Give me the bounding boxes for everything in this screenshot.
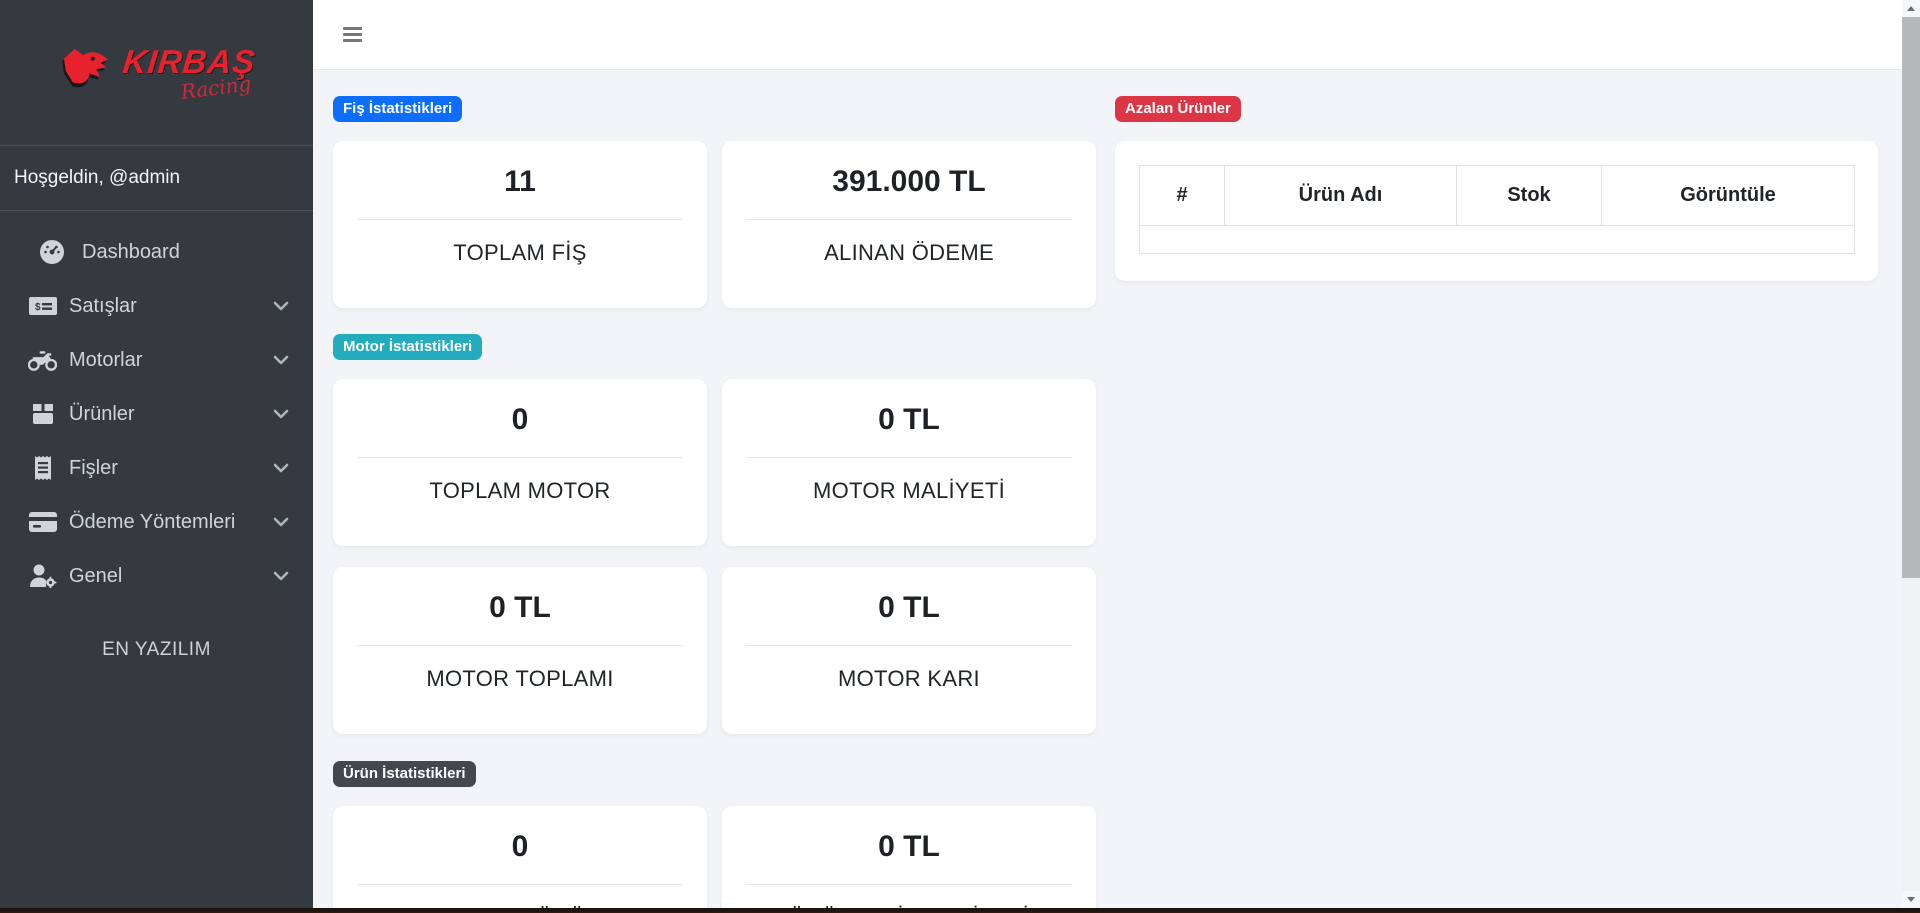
- sidebar-item-label: Motorlar: [69, 349, 273, 372]
- chevron-down-icon: [273, 301, 289, 311]
- chevron-down-icon: [273, 409, 289, 419]
- stat-card-toplam-motor: 0 TOPLAM MOTOR: [333, 379, 707, 546]
- col-header-index: #: [1140, 166, 1225, 226]
- scrollbar-thumb[interactable]: [1902, 17, 1920, 578]
- svg-text:$: $: [35, 302, 41, 313]
- badge-motor-istatistikleri: Motor İstatistikleri: [333, 334, 482, 360]
- stat-card-motor-kari: 0 TL MOTOR KARI: [722, 567, 1096, 734]
- sidebar-item-dashboard[interactable]: Dashboard: [0, 225, 313, 279]
- low-stock-table: # Ürün Adı Stok Görüntüle: [1139, 165, 1855, 254]
- stat-card-urunlerin-maliyeti: 0 TL ÜRÜNLERİN MALİYETİ: [722, 806, 1096, 913]
- topbar: [313, 0, 1902, 70]
- sidebar-nav: Dashboard $ Satışlar Motorlar: [0, 211, 313, 603]
- sidebar-item-label: Ürünler: [69, 403, 273, 426]
- stats-column: Fiş İstatistikleri 11 TOPLAM FİŞ 391.000…: [333, 96, 1097, 913]
- stat-card-alinan-odeme: 391.000 TL ALINAN ÖDEME: [722, 141, 1096, 308]
- divider: [746, 219, 1072, 220]
- badge-azalan-urunler: Azalan Ürünler: [1115, 96, 1241, 122]
- stat-value: 0: [333, 830, 707, 864]
- content: Fiş İstatistikleri 11 TOPLAM FİŞ 391.000…: [313, 70, 1902, 913]
- credit-card-icon: [28, 509, 57, 535]
- divider: [746, 457, 1072, 458]
- divider: [746, 884, 1072, 885]
- stat-value: 0 TL: [722, 591, 1096, 625]
- chevron-down-icon: [273, 571, 289, 581]
- chevron-down-icon: [273, 517, 289, 527]
- stat-card-motor-maliyeti: 0 TL MOTOR MALİYETİ: [722, 379, 1096, 546]
- receipt-icon: [28, 455, 57, 481]
- col-header-goruntule: Görüntüle: [1602, 166, 1855, 226]
- hamburger-icon[interactable]: [343, 24, 363, 45]
- stat-value: 0 TL: [722, 830, 1096, 864]
- arrow-up-icon: [1907, 6, 1915, 11]
- stat-value: 391.000 TL: [722, 165, 1096, 199]
- stat-card-toplam-fis: 11 TOPLAM FİŞ: [333, 141, 707, 308]
- stat-label: MOTOR KARI: [722, 666, 1096, 692]
- arrow-down-icon: [1907, 897, 1915, 902]
- panther-icon: [57, 46, 113, 99]
- low-stock-column: Azalan Ürünler # Ürün Adı Stok Görüntüle: [1115, 96, 1878, 281]
- vertical-scrollbar[interactable]: [1902, 0, 1920, 913]
- col-header-urun-adi: Ürün Adı: [1225, 166, 1457, 226]
- divider: [357, 219, 683, 220]
- sidebar-item-satislar[interactable]: $ Satışlar: [0, 279, 313, 333]
- chevron-down-icon: [273, 463, 289, 473]
- sidebar-item-label: Satışlar: [69, 295, 273, 318]
- sidebar-item-label: Fişler: [69, 457, 273, 480]
- sidebar-item-fisler[interactable]: Fişler: [0, 441, 313, 495]
- sidebar-footer-text: EN YAZILIM: [0, 639, 313, 661]
- table-row-empty: [1140, 226, 1855, 254]
- sidebar-item-label: Dashboard: [82, 241, 289, 264]
- stat-value: 0 TL: [722, 403, 1096, 437]
- divider: [746, 645, 1072, 646]
- stat-value: 0 TL: [333, 591, 707, 625]
- brand-logo[interactable]: KIRBAŞ Racing: [0, 0, 313, 146]
- gauge-icon: [37, 239, 66, 265]
- sidebar-item-genel[interactable]: Genel: [0, 549, 313, 603]
- stat-label: TOPLAM MOTOR: [333, 478, 707, 504]
- money-check-icon: $: [28, 293, 57, 319]
- stat-value: 0: [333, 403, 707, 437]
- stat-label: ALINAN ÖDEME: [722, 240, 1096, 266]
- sidebar-item-label: Ödeme Yöntemleri: [69, 511, 273, 534]
- low-stock-card: # Ürün Adı Stok Görüntüle: [1115, 141, 1878, 281]
- scroll-down-button[interactable]: [1902, 891, 1920, 908]
- stat-label: MOTOR TOPLAMI: [333, 666, 707, 692]
- stat-card-motor-toplami: 0 TL MOTOR TOPLAMI: [333, 567, 707, 734]
- user-gear-icon: [28, 563, 57, 589]
- stat-label: MOTOR MALİYETİ: [722, 478, 1096, 504]
- col-header-stok: Stok: [1457, 166, 1602, 226]
- taskbar-edge: [0, 908, 1920, 913]
- scroll-up-button[interactable]: [1902, 0, 1920, 17]
- divider: [357, 645, 683, 646]
- stat-value: 11: [333, 165, 707, 199]
- box-icon: [28, 401, 57, 427]
- main-area: Fiş İstatistikleri 11 TOPLAM FİŞ 391.000…: [313, 0, 1902, 913]
- sidebar: KIRBAŞ Racing Hoşgeldin, @admin Dashboar…: [0, 0, 313, 913]
- user-greeting: Hoşgeldin, @admin: [0, 146, 313, 211]
- sidebar-item-label: Genel: [69, 565, 273, 588]
- sidebar-item-odeme-yontemleri[interactable]: Ödeme Yöntemleri: [0, 495, 313, 549]
- app-window: KIRBAŞ Racing Hoşgeldin, @admin Dashboar…: [0, 0, 1920, 913]
- stat-label: TOPLAM FİŞ: [333, 240, 707, 266]
- divider: [357, 884, 683, 885]
- badge-fis-istatistikleri: Fiş İstatistikleri: [333, 96, 462, 122]
- sidebar-item-motorlar[interactable]: Motorlar: [0, 333, 313, 387]
- sidebar-item-urunler[interactable]: Ürünler: [0, 387, 313, 441]
- chevron-down-icon: [273, 355, 289, 365]
- divider: [357, 457, 683, 458]
- badge-urun-istatistikleri: Ürün İstatistikleri: [333, 761, 476, 787]
- motorcycle-icon: [28, 347, 57, 373]
- stat-card-toplam-urun: 0 TOPLAM ÜRÜN: [333, 806, 707, 913]
